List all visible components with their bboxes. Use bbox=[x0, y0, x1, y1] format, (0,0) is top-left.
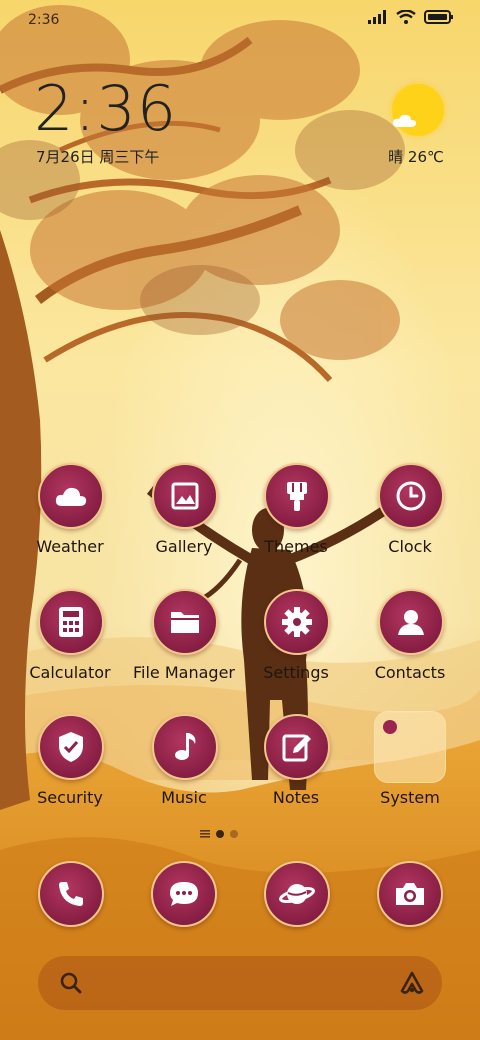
folder-icon bbox=[171, 612, 199, 633]
music-note-icon bbox=[175, 733, 196, 760]
system-folder[interactable] bbox=[374, 711, 446, 783]
shield-check-icon bbox=[59, 732, 83, 762]
search-bar[interactable] bbox=[38, 956, 442, 1010]
app-file-manager[interactable]: File Manager bbox=[133, 589, 235, 709]
app-label: System bbox=[380, 788, 440, 807]
app-notes-circle bbox=[264, 714, 330, 780]
clock-widget-date: 7月26日 周三下午 bbox=[36, 148, 160, 166]
cloud-icon bbox=[55, 487, 87, 506]
image-icon bbox=[171, 482, 199, 510]
app-file-manager-circle bbox=[152, 589, 218, 655]
paintbrush-icon bbox=[287, 482, 307, 511]
app-contacts-circle bbox=[378, 589, 444, 655]
dock-phone[interactable] bbox=[38, 861, 104, 927]
app-label: File Manager bbox=[133, 663, 235, 682]
app-label: Weather bbox=[36, 537, 104, 556]
weather-temperature: 晴 26℃ bbox=[388, 148, 444, 166]
app-calculator-circle bbox=[38, 589, 104, 655]
app-label: Clock bbox=[388, 537, 432, 556]
app-notes[interactable]: Notes bbox=[246, 714, 346, 834]
app-security[interactable]: Security bbox=[20, 714, 120, 834]
sun-icon bbox=[392, 84, 444, 136]
app-themes-circle bbox=[264, 463, 330, 529]
app-music-circle bbox=[152, 714, 218, 780]
dock-browser[interactable] bbox=[264, 861, 330, 927]
dock-phone-circle bbox=[38, 861, 104, 927]
page-indicator[interactable] bbox=[200, 830, 238, 838]
dock-browser-circle bbox=[264, 861, 330, 927]
weather-widget[interactable]: 晴 26℃ bbox=[380, 82, 452, 172]
app-gallery-circle bbox=[152, 463, 218, 529]
dock-messages-circle bbox=[151, 861, 217, 927]
message-icon bbox=[170, 882, 198, 906]
gear-icon bbox=[282, 607, 312, 637]
app-security-circle bbox=[38, 714, 104, 780]
app-label: Music bbox=[161, 788, 207, 807]
app-gallery[interactable]: Gallery bbox=[134, 463, 234, 583]
app-label: Themes bbox=[264, 537, 328, 556]
app-label: Contacts bbox=[374, 663, 446, 682]
app-calculator[interactable]: Calculator bbox=[20, 589, 120, 709]
dock-messages[interactable] bbox=[151, 861, 217, 927]
camera-icon bbox=[396, 883, 424, 905]
app-clock-circle bbox=[378, 463, 444, 529]
app-weather[interactable]: Weather bbox=[20, 463, 120, 583]
clock-widget-time[interactable]: 2:36 bbox=[34, 78, 177, 140]
status-time: 2:36 bbox=[28, 12, 60, 28]
page-dot bbox=[230, 830, 238, 838]
wifi-icon bbox=[396, 10, 416, 24]
app-label: Security bbox=[37, 788, 103, 807]
app-label: Settings bbox=[263, 663, 329, 682]
app-contacts[interactable]: Contacts bbox=[360, 589, 460, 709]
page-dot-active bbox=[216, 830, 224, 838]
calculator-icon bbox=[59, 607, 83, 637]
app-weather-circle bbox=[38, 463, 104, 529]
app-settings[interactable]: Settings bbox=[246, 589, 346, 709]
cloud-icon bbox=[392, 114, 417, 127]
status-icons bbox=[368, 10, 454, 24]
app-label: Calculator bbox=[29, 663, 111, 682]
app-clock[interactable]: Clock bbox=[360, 463, 460, 583]
browser-planet-icon bbox=[279, 884, 315, 904]
folder-mini-app-icon bbox=[383, 720, 397, 734]
list-page-icon bbox=[200, 830, 210, 838]
battery-icon bbox=[424, 10, 453, 24]
assistant-icon[interactable] bbox=[398, 970, 426, 996]
person-icon bbox=[398, 610, 424, 635]
status-bar: 2:36 bbox=[0, 0, 480, 40]
app-settings-circle bbox=[264, 589, 330, 655]
dock-camera[interactable] bbox=[377, 861, 443, 927]
signal-icon bbox=[368, 10, 386, 24]
app-themes[interactable]: Themes bbox=[246, 463, 346, 583]
dock-camera-circle bbox=[377, 861, 443, 927]
app-label: Notes bbox=[272, 788, 320, 807]
edit-note-icon bbox=[282, 734, 311, 762]
app-label: Gallery bbox=[155, 537, 213, 556]
clock-icon bbox=[396, 481, 426, 511]
search-icon bbox=[60, 972, 82, 994]
app-music[interactable]: Music bbox=[134, 714, 234, 834]
phone-icon bbox=[59, 882, 83, 906]
